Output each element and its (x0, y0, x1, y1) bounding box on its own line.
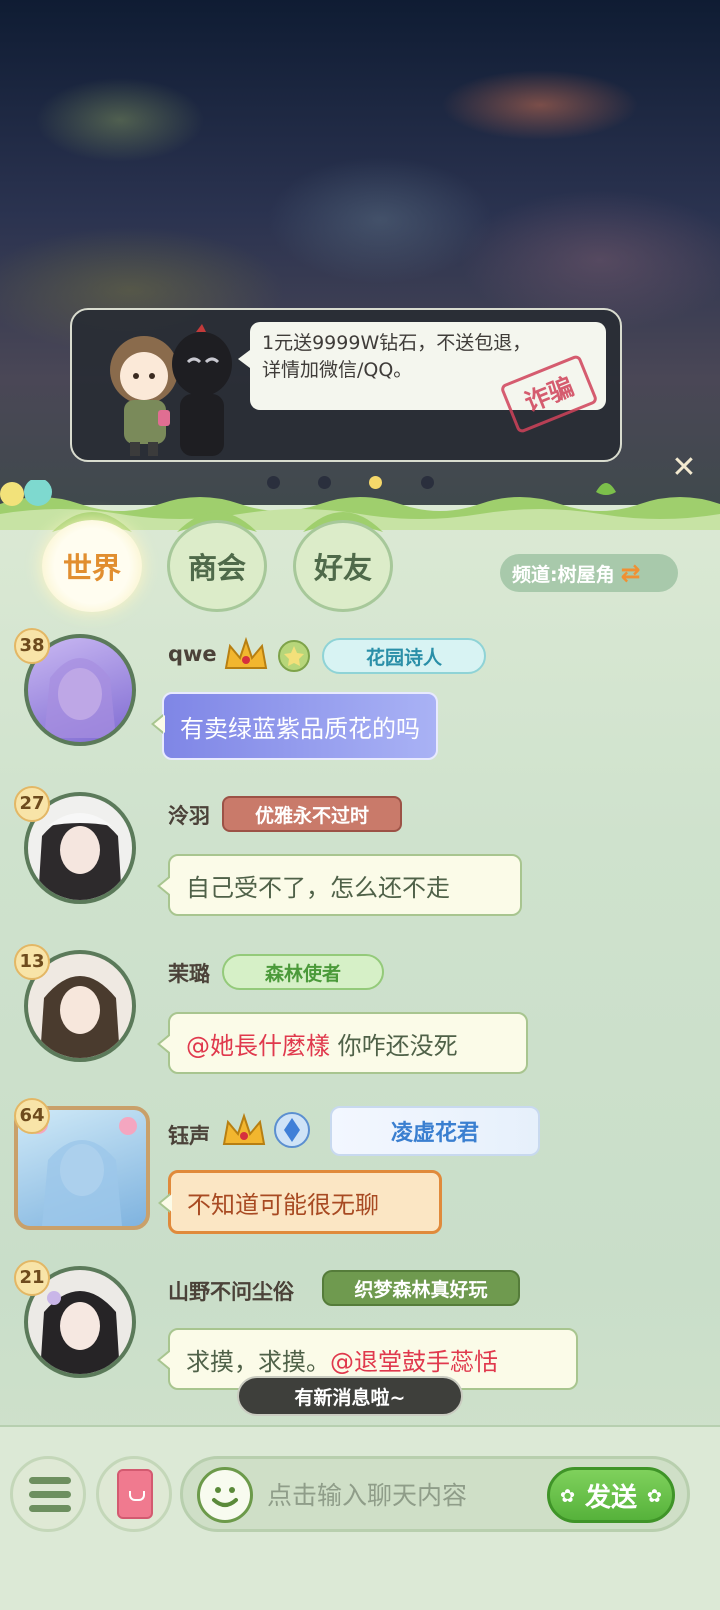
chat-input-container: ✿ 发送 ✿ (180, 1456, 690, 1532)
send-button[interactable]: ✿ 发送 ✿ (547, 1467, 675, 1523)
mention-link[interactable]: @退堂鼓手蕊恬 (330, 1342, 498, 1377)
username[interactable]: 钰声 (168, 1120, 210, 1150)
red-envelope-button[interactable] (96, 1456, 172, 1532)
send-label: 发送 (584, 1482, 637, 1513)
red-envelope-icon (117, 1469, 153, 1519)
message-bubble-cat: 不知道可能很无聊 (158, 1170, 442, 1234)
blue-gem-medal-icon (274, 1112, 310, 1148)
message-text: 有卖绿蓝紫品质花的吗 (180, 714, 420, 743)
level-badge: 38 (14, 628, 50, 664)
username[interactable]: 茉璐 (168, 958, 210, 988)
banner-text-line1: 1元送9999W钻石，不送包退， (262, 332, 532, 354)
message-bubble: 自己受不了，怎么还不走 (157, 854, 522, 916)
username[interactable]: qwe (168, 642, 217, 666)
crown-icon (222, 1112, 266, 1145)
message-text: 不知道可能很无聊 (187, 1190, 379, 1219)
new-message-toast[interactable]: 有新消息啦~ (237, 1376, 463, 1416)
chat-input[interactable] (267, 1473, 537, 1517)
message-text: 你咋还没死 (330, 1031, 458, 1060)
tab-friends[interactable]: 好友 (293, 520, 393, 612)
title-badge: 花园诗人 (322, 638, 486, 674)
mention-link[interactable]: @她長什麼樣 (186, 1026, 330, 1061)
level-badge: 27 (14, 786, 50, 822)
menu-button[interactable] (10, 1456, 86, 1532)
title-badge: 凌虚花君 (330, 1106, 540, 1156)
level-badge: 64 (14, 1098, 50, 1134)
level-badge: 21 (14, 1260, 50, 1296)
anti-scam-banner[interactable]: 1元送9999W钻石，不送包退， 详情加微信/QQ。 诈骗 (70, 308, 622, 462)
title-badge: 森林使者 (222, 954, 384, 990)
menu-icon (29, 1477, 71, 1484)
title-badge: 优雅永不过时 (222, 796, 402, 832)
star-medal-icon (278, 640, 310, 672)
message-text: 自己受不了，怎么还不走 (186, 873, 450, 902)
title-badge: 织梦森林真好玩 (322, 1270, 520, 1306)
smiley-icon (212, 1487, 238, 1507)
channel-label: 频道:树屋角 (512, 563, 615, 586)
crown-icon (224, 636, 268, 669)
flower-icon: ✿ (560, 1486, 576, 1507)
emoji-button[interactable] (197, 1467, 253, 1523)
message-bubble-starry: 有卖绿蓝紫品质花的吗 (151, 692, 438, 760)
message-bubble: @她長什麼樣 你咋还没死 (157, 1012, 528, 1074)
banner-message: 1元送9999W钻石，不送包退， 详情加微信/QQ。 诈骗 (238, 322, 606, 435)
shuffle-icon: ⇄ (620, 559, 641, 587)
menu-icon (29, 1491, 71, 1498)
tab-guild[interactable]: 商会 (167, 520, 267, 612)
channel-switch-button[interactable]: 频道:树屋角 ⇄ (500, 554, 678, 592)
menu-icon (29, 1505, 71, 1512)
tab-world[interactable]: 世界 (42, 520, 142, 612)
message-text: 求摸，求摸。 (186, 1347, 330, 1376)
flower-icon: ✿ (646, 1486, 662, 1507)
username[interactable]: 泠羽 (168, 800, 210, 830)
level-badge: 13 (14, 944, 50, 980)
scam-warning-illustration (110, 324, 232, 456)
username[interactable]: 山野不问尘俗 (168, 1276, 294, 1306)
